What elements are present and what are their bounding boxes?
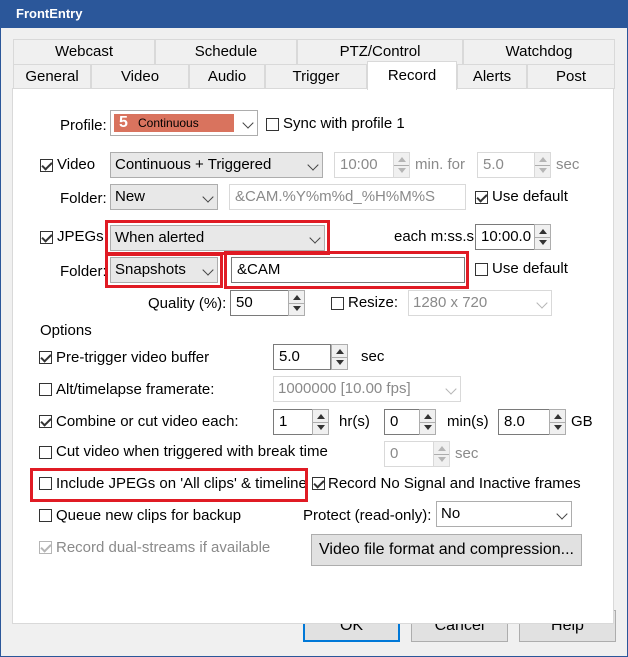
cut-break-input[interactable]: 0 xyxy=(384,441,434,467)
queue-backup-label: Queue new clips for backup xyxy=(56,507,242,524)
include-jpegs-label: Include JPEGs on 'All clips' & timeline xyxy=(56,475,307,492)
no-signal-label: Record No Signal and Inactive frames xyxy=(328,475,581,492)
alt-framerate-select[interactable]: 1000000 [10.00 fps] xyxy=(273,376,461,402)
alt-framerate-checkbox[interactable] xyxy=(39,383,52,396)
cut-break-spinner[interactable] xyxy=(433,441,450,467)
alt-framerate-value: 1000000 [10.00 fps] xyxy=(278,380,411,397)
combine-gb-input[interactable]: 8.0 xyxy=(498,409,550,435)
pretrigger-unit: sec xyxy=(361,348,385,365)
protect-label: Protect (read-only): xyxy=(303,507,432,524)
protect-select[interactable]: No xyxy=(436,501,572,527)
cut-video-checkbox[interactable] xyxy=(39,446,52,459)
dialog-client: Webcast Schedule PTZ/Control Watchdog Ge… xyxy=(1,28,627,656)
include-jpegs-checkbox[interactable] xyxy=(39,477,52,490)
combine-min-spinner[interactable] xyxy=(419,409,436,435)
no-signal-checkbox[interactable] xyxy=(312,477,325,490)
queue-backup-checkbox[interactable] xyxy=(39,509,52,522)
pretrigger-label: Pre-trigger video buffer xyxy=(56,349,210,366)
dual-streams-label: Record dual-streams if available xyxy=(56,539,271,556)
combine-min-input[interactable]: 0 xyxy=(384,409,420,435)
pretrigger-spinner[interactable] xyxy=(331,344,348,370)
pretrigger-input[interactable]: 5.0 xyxy=(273,344,331,370)
combine-hr-spinner[interactable] xyxy=(312,409,329,435)
combine-gb-spinner[interactable] xyxy=(549,409,566,435)
options-content: Pre-trigger video buffer 5.0 sec Alt/tim… xyxy=(1,28,627,656)
pretrigger-checkbox[interactable] xyxy=(39,351,52,364)
cut-break-unit: sec xyxy=(455,445,479,462)
combine-label: Combine or cut video each: xyxy=(56,413,239,430)
dialog-window: FrontEntry Webcast Schedule PTZ/Control … xyxy=(0,0,628,657)
dual-streams-checkbox[interactable] xyxy=(39,541,52,554)
alt-framerate-label: Alt/timelapse framerate: xyxy=(56,381,215,398)
protect-value: No xyxy=(441,505,461,522)
combine-checkbox[interactable] xyxy=(39,415,52,428)
hr-label: hr(s) xyxy=(339,413,370,430)
combine-hr-input[interactable]: 1 xyxy=(273,409,313,435)
chevron-down-icon xyxy=(556,508,568,520)
window-title: FrontEntry xyxy=(16,6,83,21)
video-format-button[interactable]: Video file format and compression... xyxy=(311,534,582,566)
cut-video-label: Cut video when triggered with break time xyxy=(56,443,328,460)
chevron-down-icon xyxy=(445,383,457,395)
gb-label: GB xyxy=(571,413,593,430)
min-label: min(s) xyxy=(447,413,489,430)
